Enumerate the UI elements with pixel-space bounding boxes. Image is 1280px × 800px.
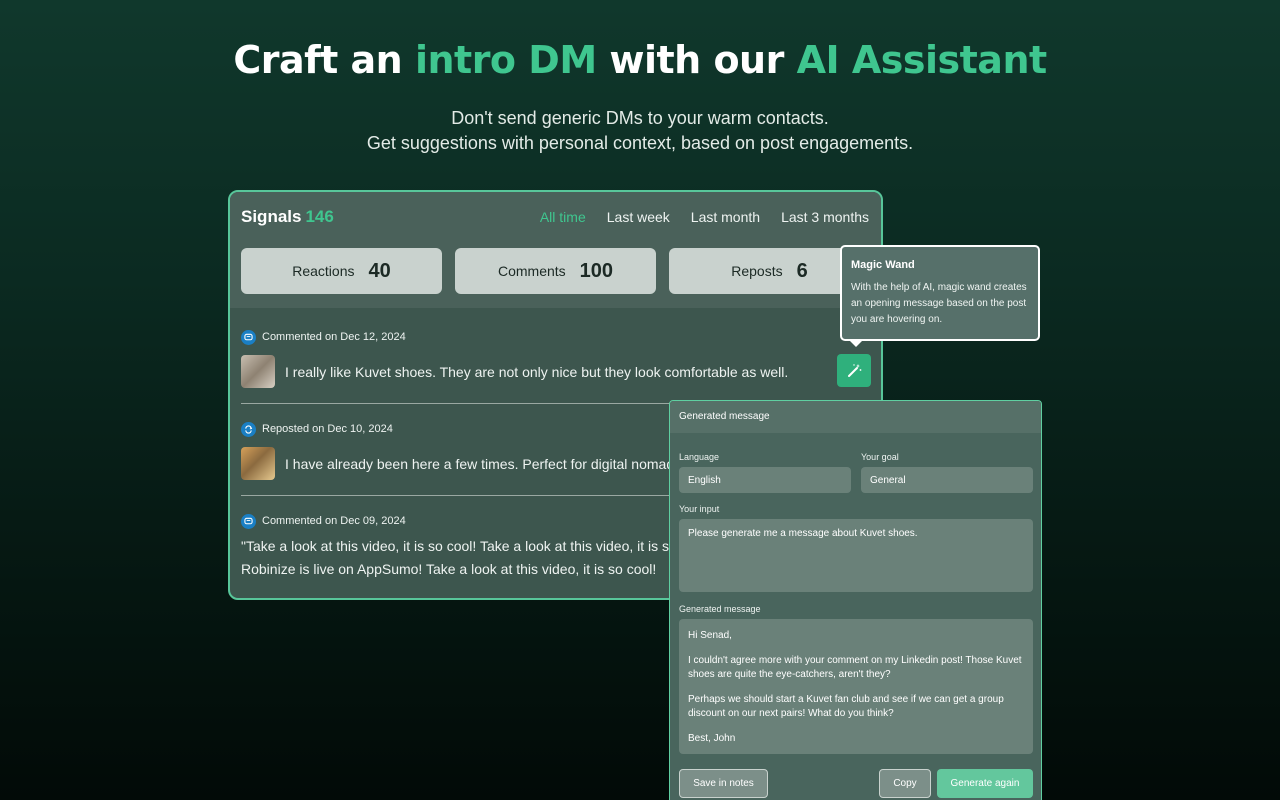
output-label: Generated message	[679, 604, 761, 614]
post-thumbnail	[241, 355, 275, 388]
post-meta-text: Commented on Dec 12, 2024	[262, 331, 406, 343]
tooltip-text: With the help of AI, magic wand creates …	[851, 282, 1027, 325]
hero-subtitle-line1: Don't send generic DMs to your warm cont…	[451, 108, 829, 128]
post-meta: Commented on Dec 12, 2024	[241, 329, 873, 345]
goal-label: Your goal	[861, 452, 899, 462]
goal-select[interactable]: General	[861, 467, 1033, 493]
language-value: English	[688, 474, 721, 486]
comment-icon	[241, 329, 256, 345]
post-meta-text: Commented on Dec 09, 2024	[262, 515, 406, 527]
input-textarea[interactable]: Please generate me a message about Kuvet…	[679, 519, 1033, 592]
signals-count: 146	[305, 207, 334, 226]
tooltip-title: Magic Wand	[851, 259, 915, 271]
language-label: Language	[679, 452, 720, 462]
magic-wand-tooltip: Magic Wand With the help of AI, magic wa…	[840, 245, 1040, 347]
hero-title-accent-intro: intro DM	[414, 38, 597, 82]
stat-reactions[interactable]: Reactions 40	[241, 248, 442, 294]
hero-subtitle-line2: Get suggestions with personal context, b…	[366, 133, 914, 153]
output-paragraph: I couldn't agree more with your comment …	[688, 655, 1022, 680]
output-paragraph: Best, John	[688, 733, 736, 744]
stat-reactions-label: Reactions	[292, 263, 355, 279]
period-last-week[interactable]: Last week	[607, 209, 670, 225]
output-paragraph: Perhaps we should start a Kuvet fan club…	[688, 694, 1004, 719]
stats-row: Reactions 40 Comments 100 Reposts 6	[241, 248, 870, 294]
signals-title: Signals 146	[241, 207, 334, 227]
goal-value: General	[870, 474, 906, 486]
generated-message-panel: Generated message Language English Your …	[669, 400, 1042, 800]
signals-title-label: Signals	[241, 207, 302, 226]
post-text: I really like Kuvet shoes. They are not …	[285, 363, 789, 380]
hero-subtitle: Don't send generic DMs to your warm cont…	[0, 106, 1280, 156]
stat-reposts-label: Reposts	[731, 263, 783, 279]
stat-reposts-value: 6	[796, 259, 808, 282]
period-filter: All time Last week Last month Last 3 mon…	[540, 209, 869, 225]
post-thumbnail	[241, 447, 275, 480]
post-item[interactable]: Commented on Dec 12, 2024 I really like …	[241, 329, 873, 388]
repost-icon	[241, 421, 256, 437]
stat-comments[interactable]: Comments 100	[455, 248, 656, 294]
period-all-time[interactable]: All time	[540, 209, 586, 225]
hero-title-part1: Craft an	[233, 38, 415, 82]
stat-reactions-value: 40	[368, 259, 391, 282]
hero-title: Craft an intro DM with our AI Assistant	[0, 38, 1280, 82]
generated-message-output[interactable]: Hi Senad, I couldn't agree more with you…	[679, 619, 1033, 754]
post-text: I have already been here a few times. Pe…	[285, 455, 682, 472]
hero-title-accent-ai: AI Assistant	[796, 38, 1048, 82]
copy-button[interactable]: Copy	[879, 769, 931, 798]
input-value: Please generate me a message about Kuvet…	[688, 528, 918, 539]
period-last-3-months[interactable]: Last 3 months	[781, 209, 869, 225]
output-paragraph: Hi Senad,	[688, 630, 732, 641]
language-select[interactable]: English	[679, 467, 851, 493]
magic-wand-button[interactable]	[837, 354, 871, 387]
post-body: I really like Kuvet shoes. They are not …	[241, 355, 873, 388]
post-meta-text: Reposted on Dec 10, 2024	[262, 423, 393, 435]
period-last-month[interactable]: Last month	[691, 209, 760, 225]
save-in-notes-button[interactable]: Save in notes	[679, 769, 768, 798]
stat-comments-label: Comments	[497, 263, 566, 279]
generate-again-button[interactable]: Generate again	[937, 769, 1033, 798]
signals-header: Signals 146 All time Last week Last month…	[230, 192, 881, 308]
comment-icon	[241, 513, 256, 529]
hero-title-part2: with our	[596, 38, 797, 82]
generated-message-header: Generated message	[670, 401, 1041, 433]
stat-comments-value: 100	[579, 259, 614, 282]
input-label: Your input	[679, 504, 720, 514]
magic-wand-icon	[848, 363, 862, 377]
